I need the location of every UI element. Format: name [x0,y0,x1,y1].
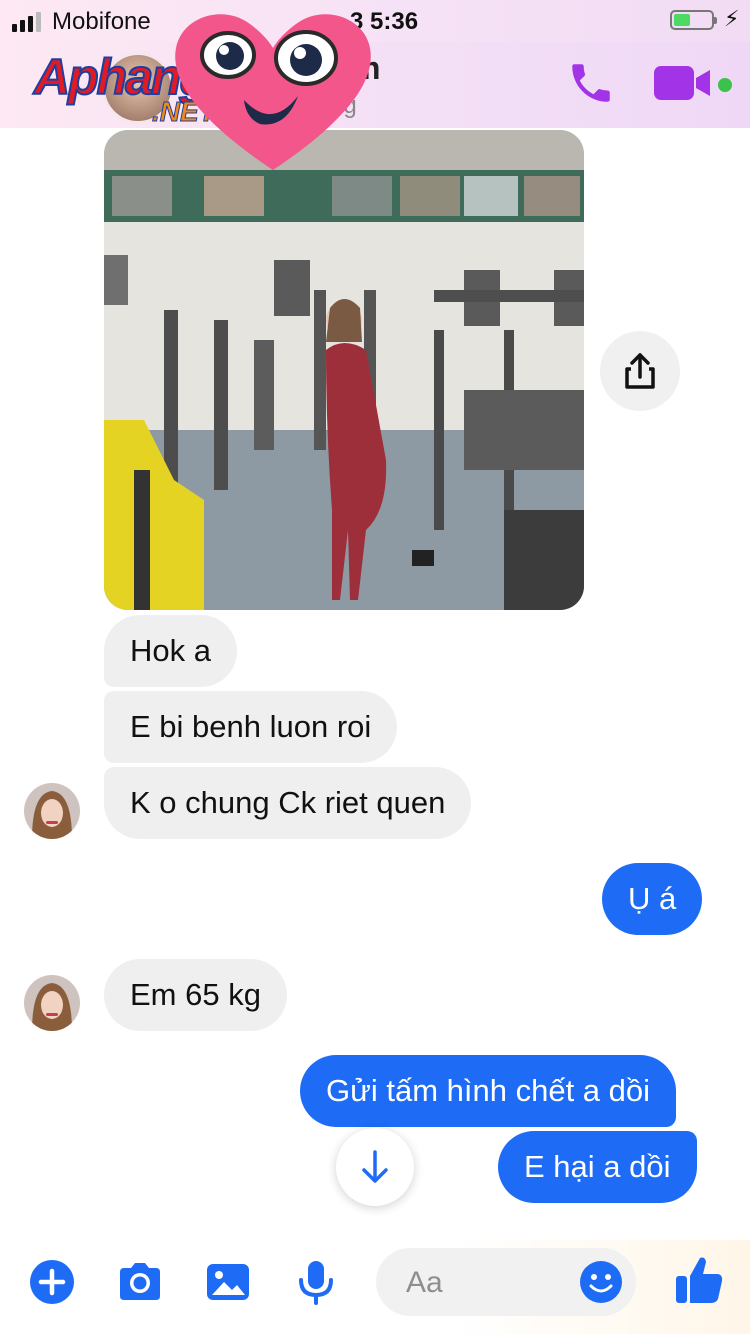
video-call-icon[interactable] [652,60,714,106]
message-text: Em 65 kg [130,977,261,1012]
microphone-icon[interactable] [292,1258,340,1306]
message-text: Hok a [130,633,211,668]
share-button[interactable] [600,331,680,411]
battery-icon [670,10,717,30]
photo-message[interactable] [104,130,584,610]
message-input[interactable]: Aa [376,1248,636,1316]
camera-icon[interactable] [116,1258,164,1306]
message-bubble-incoming[interactable]: K o chung Ck riet quen [104,767,472,839]
plus-icon[interactable] [28,1258,76,1306]
message-bubble-incoming[interactable]: Em 65 kg [104,959,287,1031]
message-text: Ụ á [628,881,677,916]
scroll-to-bottom-button[interactable] [336,1128,414,1206]
avatar-photo [24,975,80,1031]
message-bubble-incoming[interactable]: E bi benh luon roi [104,691,398,763]
message-text: K o chung Ck riet quen [130,785,446,820]
message-composer [0,1240,750,1334]
message-text: Gửi tấm hình chết a dồi [326,1073,651,1108]
like-icon[interactable] [674,1254,724,1306]
sender-avatar[interactable] [24,783,80,839]
message-bubble-outgoing[interactable]: E hại a dồi [498,1131,697,1203]
message-bubble-incoming[interactable]: Hok a [104,615,237,687]
message-text: E bi benh luon roi [130,709,372,744]
phone-call-icon[interactable] [566,58,616,108]
charging-icon: ⚡ [724,6,740,31]
message-input-placeholder: Aa [406,1266,443,1299]
avatar-photo [24,783,80,839]
online-status-dot [718,78,732,92]
share-icon [625,353,655,389]
heart-sticker-icon [175,14,371,170]
emoji-icon[interactable] [578,1259,624,1305]
sender-avatar[interactable] [24,975,80,1031]
message-text: E hại a dồi [524,1149,671,1184]
arrow-down-icon [362,1150,388,1183]
signal-strength-icon [12,12,41,32]
carrier-name: Mobifone [52,8,151,35]
gallery-icon[interactable] [204,1258,252,1306]
message-bubble-outgoing[interactable]: Gửi tấm hình chết a dồi [300,1055,677,1127]
message-bubble-outgoing[interactable]: Ụ á [602,863,703,935]
gym-selfie-image [104,130,584,610]
